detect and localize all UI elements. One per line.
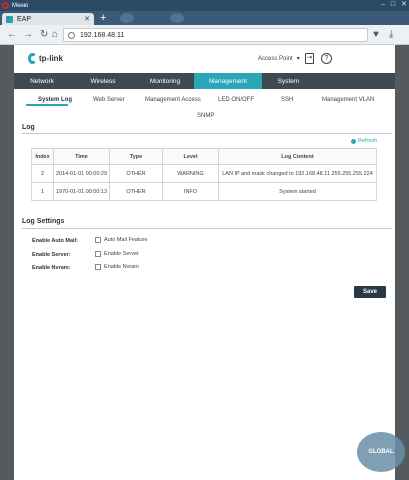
server-label: Enable Server:	[32, 252, 71, 258]
auto-mail-option: Auto Mail Feature	[104, 237, 148, 243]
close-window-icon[interactable]: ✕	[401, 0, 407, 10]
log-table: Index Time Type Level Log Content 2 2014…	[31, 148, 377, 201]
cell-type: OTHER	[109, 182, 163, 201]
cell-level: WARNING	[162, 164, 219, 183]
auto-mail-label: Enable Auto Mail:	[32, 238, 78, 244]
home-icon[interactable]: ⌂	[52, 29, 58, 41]
chevron-down-icon: ▾	[296, 56, 300, 62]
log-settings-title: Log Settings	[22, 218, 65, 225]
opera-icon	[2, 2, 9, 9]
tab-title: EAP	[17, 15, 32, 23]
cell-index: 2	[31, 164, 54, 183]
column-header: Index	[31, 148, 54, 165]
checkbox-icon[interactable]	[95, 251, 101, 257]
refresh-button[interactable]: Refresh	[351, 138, 377, 144]
forward-icon[interactable]: →	[23, 29, 33, 41]
speed-dial-icon	[120, 13, 134, 23]
opera-menu-label: Меню	[12, 2, 29, 9]
nvram-option: Enable Nvram	[104, 264, 139, 270]
tab-system[interactable]: System	[262, 73, 315, 89]
new-tab-icon[interactable]: +	[100, 12, 106, 24]
logo-text: tp-link	[39, 54, 63, 63]
main-nav: Network Wireless Monitoring Management S…	[14, 73, 395, 89]
subtab-web-server[interactable]: Web Server	[93, 97, 125, 103]
column-header: Type	[109, 148, 163, 165]
server-option: Enable Server	[104, 251, 139, 257]
table-row: 2 2014-01-01 00:00:29 OTHER WARNING LAN …	[31, 164, 377, 183]
cell-content: System started	[218, 182, 377, 201]
app-header: tp-link Access Point ▾ ⇥ ?	[14, 45, 395, 72]
tab-wireless[interactable]: Wireless	[70, 73, 136, 89]
subtab-snmp[interactable]: SNMP	[197, 113, 214, 119]
column-header: Log Content	[218, 148, 377, 165]
refresh-icon	[351, 138, 356, 144]
help-icon[interactable]: ?	[321, 53, 332, 64]
mode-select[interactable]: Access Point ▾	[258, 55, 300, 63]
tab-close-icon[interactable]: ✕	[84, 15, 90, 23]
tab-monitoring[interactable]: Monitoring	[136, 73, 194, 89]
speed-dial-icon	[170, 13, 184, 23]
cell-index: 1	[31, 182, 54, 201]
download-icon[interactable]: ⤓	[389, 29, 393, 41]
minimize-icon[interactable]: –	[381, 0, 385, 10]
column-header: Time	[53, 148, 110, 165]
log-settings-divider	[22, 228, 392, 229]
maximize-icon[interactable]: □	[391, 0, 395, 10]
tab-strip: EAP ✕ +	[0, 11, 409, 25]
logout-icon[interactable]: ⇥	[305, 53, 314, 64]
tab-favicon-icon	[6, 15, 13, 23]
checkbox-icon[interactable]	[95, 237, 101, 243]
cell-level: INFO	[162, 182, 219, 201]
nvram-label: Enable Nvram:	[32, 265, 71, 271]
url-field[interactable]: 192.168.48.11	[63, 28, 368, 42]
reload-icon[interactable]: ↻	[40, 29, 48, 41]
os-title-bar: Меню – □ ✕	[0, 0, 409, 11]
subtab-management-access[interactable]: Management Access	[145, 97, 201, 103]
opera-menu[interactable]: Меню	[2, 1, 28, 10]
save-button[interactable]: Save	[354, 286, 386, 298]
cell-time: 1970-01-01 00:00:13	[53, 182, 110, 201]
subtab-ssh[interactable]: SSH	[281, 97, 293, 103]
nvram-checkbox[interactable]: Enable Nvram	[95, 264, 139, 270]
subtab-led[interactable]: LED ON/OFF	[218, 97, 254, 103]
tab-network[interactable]: Network	[14, 73, 70, 89]
tp-link-logo: tp-link	[28, 53, 63, 64]
column-header: Level	[162, 148, 219, 165]
window-controls: – □ ✕	[381, 0, 407, 10]
address-bar: ← → ↻ ⌂ 192.168.48.11 ♥ ⤓	[0, 25, 409, 45]
log-section-title: Log	[22, 124, 35, 131]
checkbox-icon[interactable]	[95, 264, 101, 270]
browser-tab[interactable]: EAP ✕	[2, 13, 94, 25]
server-checkbox[interactable]: Enable Server	[95, 251, 139, 257]
heart-icon[interactable]: ♥	[373, 29, 379, 41]
globe-icon	[68, 31, 75, 39]
active-subtab-indicator	[26, 104, 68, 106]
url-text: 192.168.48.11	[80, 31, 125, 39]
table-row: 1 1970-01-01 00:00:13 OTHER INFO System …	[31, 182, 377, 201]
cell-type: OTHER	[109, 164, 163, 183]
tp-link-logo-icon	[28, 53, 37, 64]
log-divider	[22, 133, 392, 134]
cell-content: LAN IP and mask changed to 192.168.48.11…	[218, 164, 377, 183]
subtab-system-log[interactable]: System Log	[38, 97, 72, 103]
tab-management[interactable]: Management	[194, 73, 262, 89]
cell-time: 2014-01-01 00:00:29	[53, 164, 110, 183]
refresh-label: Refresh	[358, 138, 378, 144]
subtab-management-vlan[interactable]: Management VLAN	[322, 97, 374, 103]
mode-label: Access Point	[258, 55, 293, 62]
back-icon[interactable]: ←	[7, 29, 17, 41]
watermark-logo: GLOBAL	[357, 432, 405, 472]
auto-mail-checkbox[interactable]: Auto Mail Feature	[95, 237, 147, 243]
table-header-row: Index Time Type Level Log Content	[31, 148, 377, 165]
